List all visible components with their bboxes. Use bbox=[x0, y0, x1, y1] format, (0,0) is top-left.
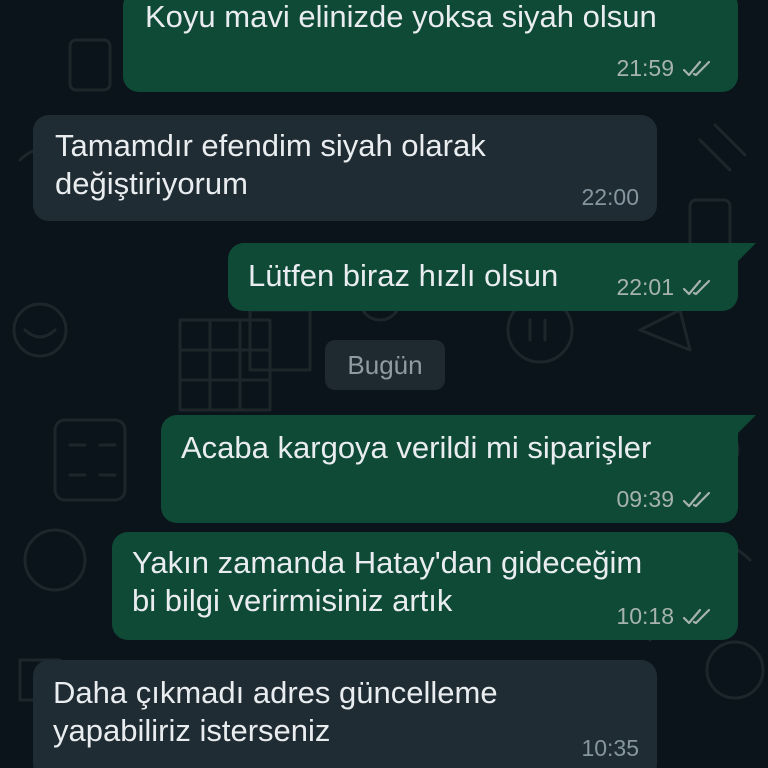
message-time: 22:01 bbox=[616, 274, 674, 300]
message-time: 21:59 bbox=[616, 55, 674, 81]
message-time: 22:00 bbox=[581, 184, 639, 210]
message-time: 10:18 bbox=[616, 603, 674, 629]
message-outgoing[interactable]: Lütfen biraz hızlı olsun 22:01 bbox=[228, 243, 738, 311]
day-separator: Bugün bbox=[325, 340, 445, 390]
message-meta: 21:59 bbox=[616, 55, 712, 82]
message-text: Acaba kargoya verildi mi siparişler bbox=[181, 430, 652, 465]
bubble-tail bbox=[738, 415, 756, 433]
double-check-icon bbox=[682, 608, 711, 624]
message-time: 10:35 bbox=[581, 735, 639, 761]
message-meta: 10:35 bbox=[581, 735, 639, 762]
message-text: Daha çıkmadı adres güncelleme yapabiliri… bbox=[53, 675, 498, 748]
message-text: Yakın zamanda Hatay'dan gideceğim bi bil… bbox=[132, 545, 643, 618]
message-meta: 10:18 bbox=[616, 603, 712, 630]
bubble-tail bbox=[738, 243, 756, 261]
double-check-icon bbox=[682, 491, 711, 507]
message-text: Koyu mavi elinizde yoksa siyah olsun bbox=[145, 0, 657, 34]
message-outgoing[interactable]: Acaba kargoya verildi mi siparişler 09:3… bbox=[161, 415, 738, 523]
double-check-icon bbox=[682, 279, 711, 295]
message-meta: 22:00 bbox=[581, 184, 639, 211]
message-incoming[interactable]: Daha çıkmadı adres güncelleme yapabiliri… bbox=[33, 660, 657, 768]
message-meta: 09:39 bbox=[616, 486, 712, 513]
day-separator-label: Bugün bbox=[347, 349, 423, 380]
double-check-icon bbox=[682, 60, 711, 76]
message-outgoing[interactable]: Koyu mavi elinizde yoksa siyah olsun 21:… bbox=[123, 0, 738, 92]
message-text: Lütfen biraz hızlı olsun bbox=[248, 258, 559, 293]
message-time: 09:39 bbox=[616, 486, 674, 512]
message-text: Tamamdır efendim siyah olarak değiştiriy… bbox=[55, 128, 486, 201]
message-incoming[interactable]: Tamamdır efendim siyah olarak değiştiriy… bbox=[33, 115, 657, 221]
message-meta: 22:01 bbox=[616, 274, 712, 301]
message-outgoing[interactable]: Yakın zamanda Hatay'dan gideceğim bi bil… bbox=[112, 532, 738, 640]
